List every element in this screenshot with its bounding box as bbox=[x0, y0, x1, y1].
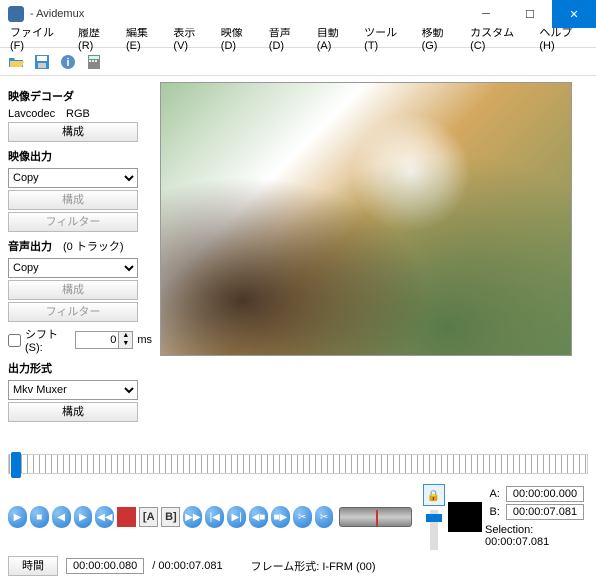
selection-label: Selection: bbox=[485, 524, 533, 536]
video-out-heading: 映像出力 bbox=[8, 148, 152, 164]
prev-black-button[interactable]: ◀■ bbox=[249, 506, 268, 528]
spin-down-icon[interactable]: ▼ bbox=[118, 340, 132, 348]
ms-label: ms bbox=[137, 334, 152, 346]
titlebar: - Avidemux ─ ☐ ✕ bbox=[0, 0, 596, 28]
record-icon[interactable] bbox=[117, 507, 136, 527]
audio-out-heading: 音声出力 (0 トラック) bbox=[8, 238, 152, 254]
current-time: 00:00:00.080 bbox=[66, 558, 144, 574]
stop-button[interactable]: ■ bbox=[30, 506, 49, 528]
goto-start-button[interactable]: |◀ bbox=[205, 506, 224, 528]
set-b-button[interactable]: B] bbox=[161, 507, 180, 527]
next-kf-button[interactable]: ▶▶ bbox=[183, 506, 202, 528]
audio-out-select[interactable]: Copy bbox=[8, 258, 138, 278]
calculator-icon[interactable] bbox=[82, 51, 106, 73]
audio-configure-button[interactable]: 構成 bbox=[8, 280, 138, 300]
thumbnail bbox=[448, 502, 482, 532]
close-button[interactable]: ✕ bbox=[552, 0, 596, 28]
format-heading: 出力形式 bbox=[8, 360, 152, 376]
goto-end-button[interactable]: ▶| bbox=[227, 506, 246, 528]
selection-time: 00:00:07.081 bbox=[485, 536, 549, 548]
a-time: 00:00:00.000 bbox=[506, 486, 584, 502]
decoder-configure-button[interactable]: 構成 bbox=[8, 122, 138, 142]
next-frame-button[interactable]: ▶ bbox=[74, 506, 93, 528]
shift-checkbox[interactable] bbox=[8, 334, 21, 347]
spin-up-icon[interactable]: ▲ bbox=[118, 332, 132, 340]
window-title: - Avidemux bbox=[30, 8, 84, 20]
play-button[interactable]: ▶ bbox=[8, 506, 27, 528]
lock-button[interactable]: 🔒 bbox=[423, 484, 445, 506]
prev-frame-button[interactable]: ◀ bbox=[52, 506, 71, 528]
prev-kf-button[interactable]: ◀◀ bbox=[95, 506, 114, 528]
time-button[interactable]: 時間 bbox=[8, 556, 58, 576]
rgb-label: RGB bbox=[66, 108, 116, 120]
decoder-heading: 映像デコーダ bbox=[8, 88, 152, 104]
video-configure-button[interactable]: 構成 bbox=[8, 190, 138, 210]
seek-slider[interactable] bbox=[8, 454, 588, 474]
prev-cut-button[interactable]: ✂ bbox=[293, 506, 312, 528]
maximize-button[interactable]: ☐ bbox=[508, 0, 552, 28]
video-canvas bbox=[160, 82, 572, 356]
next-black-button[interactable]: ■▶ bbox=[271, 506, 290, 528]
shift-label: シフト(S): bbox=[25, 326, 71, 354]
format-select[interactable]: Mkv Muxer bbox=[8, 380, 138, 400]
svg-text:i: i bbox=[66, 57, 69, 69]
audio-filter-button[interactable]: フィルター bbox=[8, 302, 138, 322]
preview-area bbox=[160, 76, 596, 446]
sidebar: 映像デコーダ Lavcodec RGB 構成 映像出力 Copy 構成 フィルタ… bbox=[0, 76, 160, 446]
b-time: 00:00:07.081 bbox=[506, 504, 584, 520]
video-out-select[interactable]: Copy bbox=[8, 168, 138, 188]
set-a-button[interactable]: [A bbox=[139, 507, 158, 527]
volume-slider[interactable] bbox=[430, 510, 438, 550]
seek-thumb[interactable] bbox=[11, 452, 21, 478]
app-icon bbox=[8, 6, 24, 22]
jog-wheel[interactable] bbox=[339, 507, 411, 527]
lavcodec-label: Lavcodec bbox=[8, 108, 58, 120]
shift-input[interactable] bbox=[76, 332, 118, 348]
format-configure-button[interactable]: 構成 bbox=[8, 402, 138, 422]
info-icon[interactable]: i bbox=[56, 51, 80, 73]
open-icon[interactable] bbox=[4, 51, 28, 73]
menubar: ファイル(F) 履歴(R) 編集(E) 表示(V) 映像(D) 音声(D) 自動… bbox=[0, 28, 596, 48]
minimize-button[interactable]: ─ bbox=[464, 0, 508, 28]
duration: / 00:00:07.081 bbox=[152, 560, 222, 572]
next-cut-button[interactable]: ✂ bbox=[315, 506, 334, 528]
a-label: A: bbox=[489, 488, 499, 500]
save-icon[interactable] bbox=[30, 51, 54, 73]
frame-type: フレーム形式: I-FRM (00) bbox=[251, 558, 376, 574]
b-label: B: bbox=[489, 506, 499, 518]
video-filter-button[interactable]: フィルター bbox=[8, 212, 138, 232]
